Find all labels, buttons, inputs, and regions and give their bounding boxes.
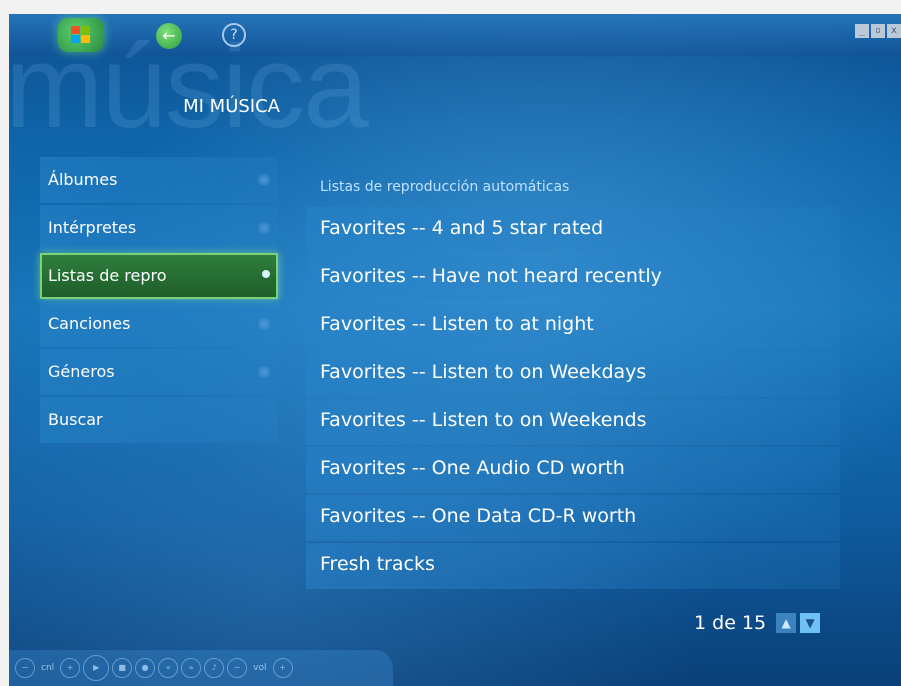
mute-button[interactable]: ♪ — [204, 658, 225, 678]
record-button[interactable]: ● — [135, 658, 156, 678]
restore-button[interactable]: ▫ — [871, 24, 885, 38]
minimize-button[interactable]: _ — [855, 24, 869, 38]
minus-icon: − — [233, 663, 241, 672]
sidebar: Álbumes Intérpretes Listas de repro Canc… — [40, 157, 278, 445]
volume-up-button[interactable]: + — [272, 658, 293, 678]
list-item-label: Favorites -- Listen to on Weekdays — [320, 361, 647, 383]
speaker-icon: ♪ — [211, 663, 217, 672]
sidebar-item-listas-de-repro[interactable]: Listas de repro — [40, 253, 278, 299]
sidebar-item-label: Buscar — [48, 410, 103, 429]
sidebar-item-label: Álbumes — [48, 170, 118, 189]
sidebar-item-label: Géneros — [48, 362, 115, 381]
rewind-icon: « — [165, 663, 171, 672]
fast-forward-icon: » — [188, 663, 194, 672]
back-arrow-icon: ← — [162, 26, 176, 45]
plus-icon: + — [279, 663, 286, 672]
play-pause-button[interactable]: ▶ — [83, 655, 110, 681]
list-item-label: Favorites -- Listen to at night — [320, 313, 594, 335]
windows-start-button[interactable] — [58, 18, 104, 52]
stop-icon: ■ — [118, 663, 126, 672]
list-item-label: Favorites -- One Audio CD worth — [320, 457, 625, 479]
stop-button[interactable]: ■ — [112, 658, 133, 678]
window-controls: _ ▫ x — [855, 24, 901, 38]
indicator-dot-icon — [258, 366, 270, 378]
sidebar-item-label: Intérpretes — [48, 218, 137, 237]
list-item[interactable]: Favorites -- One Data CD-R worth — [306, 495, 840, 541]
indicator-dot-icon — [258, 222, 270, 234]
selected-dot-icon — [262, 270, 270, 278]
list-item[interactable]: Favorites -- Listen to on Weekends — [306, 399, 840, 445]
indicator-dot-icon — [258, 318, 270, 330]
channel-down-button[interactable]: − — [15, 658, 35, 678]
fast-forward-button[interactable]: » — [181, 658, 202, 678]
list-item[interactable]: Favorites -- Listen to on Weekdays — [306, 351, 840, 397]
pager: 1 de 15 ▲ ▼ — [694, 612, 821, 634]
sidebar-item-interpretes[interactable]: Intérpretes — [40, 205, 278, 251]
volume-label: vol — [253, 663, 267, 673]
list-item-label: Favorites -- Have not heard recently — [320, 265, 662, 287]
sidebar-item-canciones[interactable]: Canciones — [40, 301, 278, 347]
list-item[interactable]: Favorites -- 4 and 5 star rated — [306, 207, 840, 253]
page-counter: 1 de 15 — [694, 612, 767, 634]
help-icon: ? — [230, 27, 238, 43]
list-item[interactable]: Favorites -- Have not heard recently — [306, 255, 840, 301]
playlist-list: Favorites -- 4 and 5 star rated Favorite… — [306, 207, 840, 591]
sidebar-item-buscar[interactable]: Buscar — [40, 397, 278, 443]
sidebar-item-generos[interactable]: Géneros — [40, 349, 278, 395]
indicator-dot-icon — [258, 174, 270, 186]
plus-icon: + — [66, 663, 74, 672]
list-item-label: Favorites -- Listen to on Weekends — [320, 409, 647, 431]
chevron-down-icon: ▼ — [805, 616, 815, 630]
list-item-label: Fresh tracks — [320, 553, 435, 575]
list-item-label: Favorites -- 4 and 5 star rated — [320, 217, 604, 239]
help-button[interactable]: ? — [222, 23, 246, 47]
back-arrow-button[interactable]: ← — [156, 23, 182, 49]
chevron-up-icon: ▲ — [781, 616, 791, 630]
volume-down-button[interactable]: − — [227, 658, 248, 678]
rewind-button[interactable]: « — [158, 658, 179, 678]
page-down-button[interactable]: ▼ — [800, 613, 821, 633]
list-item[interactable]: Favorites -- Listen to at night — [306, 303, 840, 349]
list-item[interactable]: Favorites -- One Audio CD worth — [306, 447, 840, 493]
transport-controls: − cnl + ▶ ■ ● « » ♪ − vol + — [9, 650, 393, 686]
section-label: Listas de reproducción automáticas — [320, 179, 570, 195]
sidebar-item-label: Listas de repro — [48, 266, 167, 285]
sidebar-item-albumes[interactable]: Álbumes — [40, 157, 278, 203]
play-icon: ▶ — [93, 663, 100, 672]
channel-up-button[interactable]: + — [60, 658, 81, 678]
record-icon: ● — [141, 663, 149, 672]
page-up-button[interactable]: ▲ — [776, 613, 797, 633]
page-title: MI MÚSICA — [183, 96, 280, 117]
sidebar-item-label: Canciones — [48, 314, 131, 333]
minus-icon: − — [21, 663, 29, 672]
list-item[interactable]: Fresh tracks — [306, 543, 840, 589]
channel-label: cnl — [41, 663, 55, 673]
close-button[interactable]: x — [887, 24, 901, 38]
list-item-label: Favorites -- One Data CD-R worth — [320, 505, 637, 527]
windows-flag-icon — [71, 26, 91, 44]
